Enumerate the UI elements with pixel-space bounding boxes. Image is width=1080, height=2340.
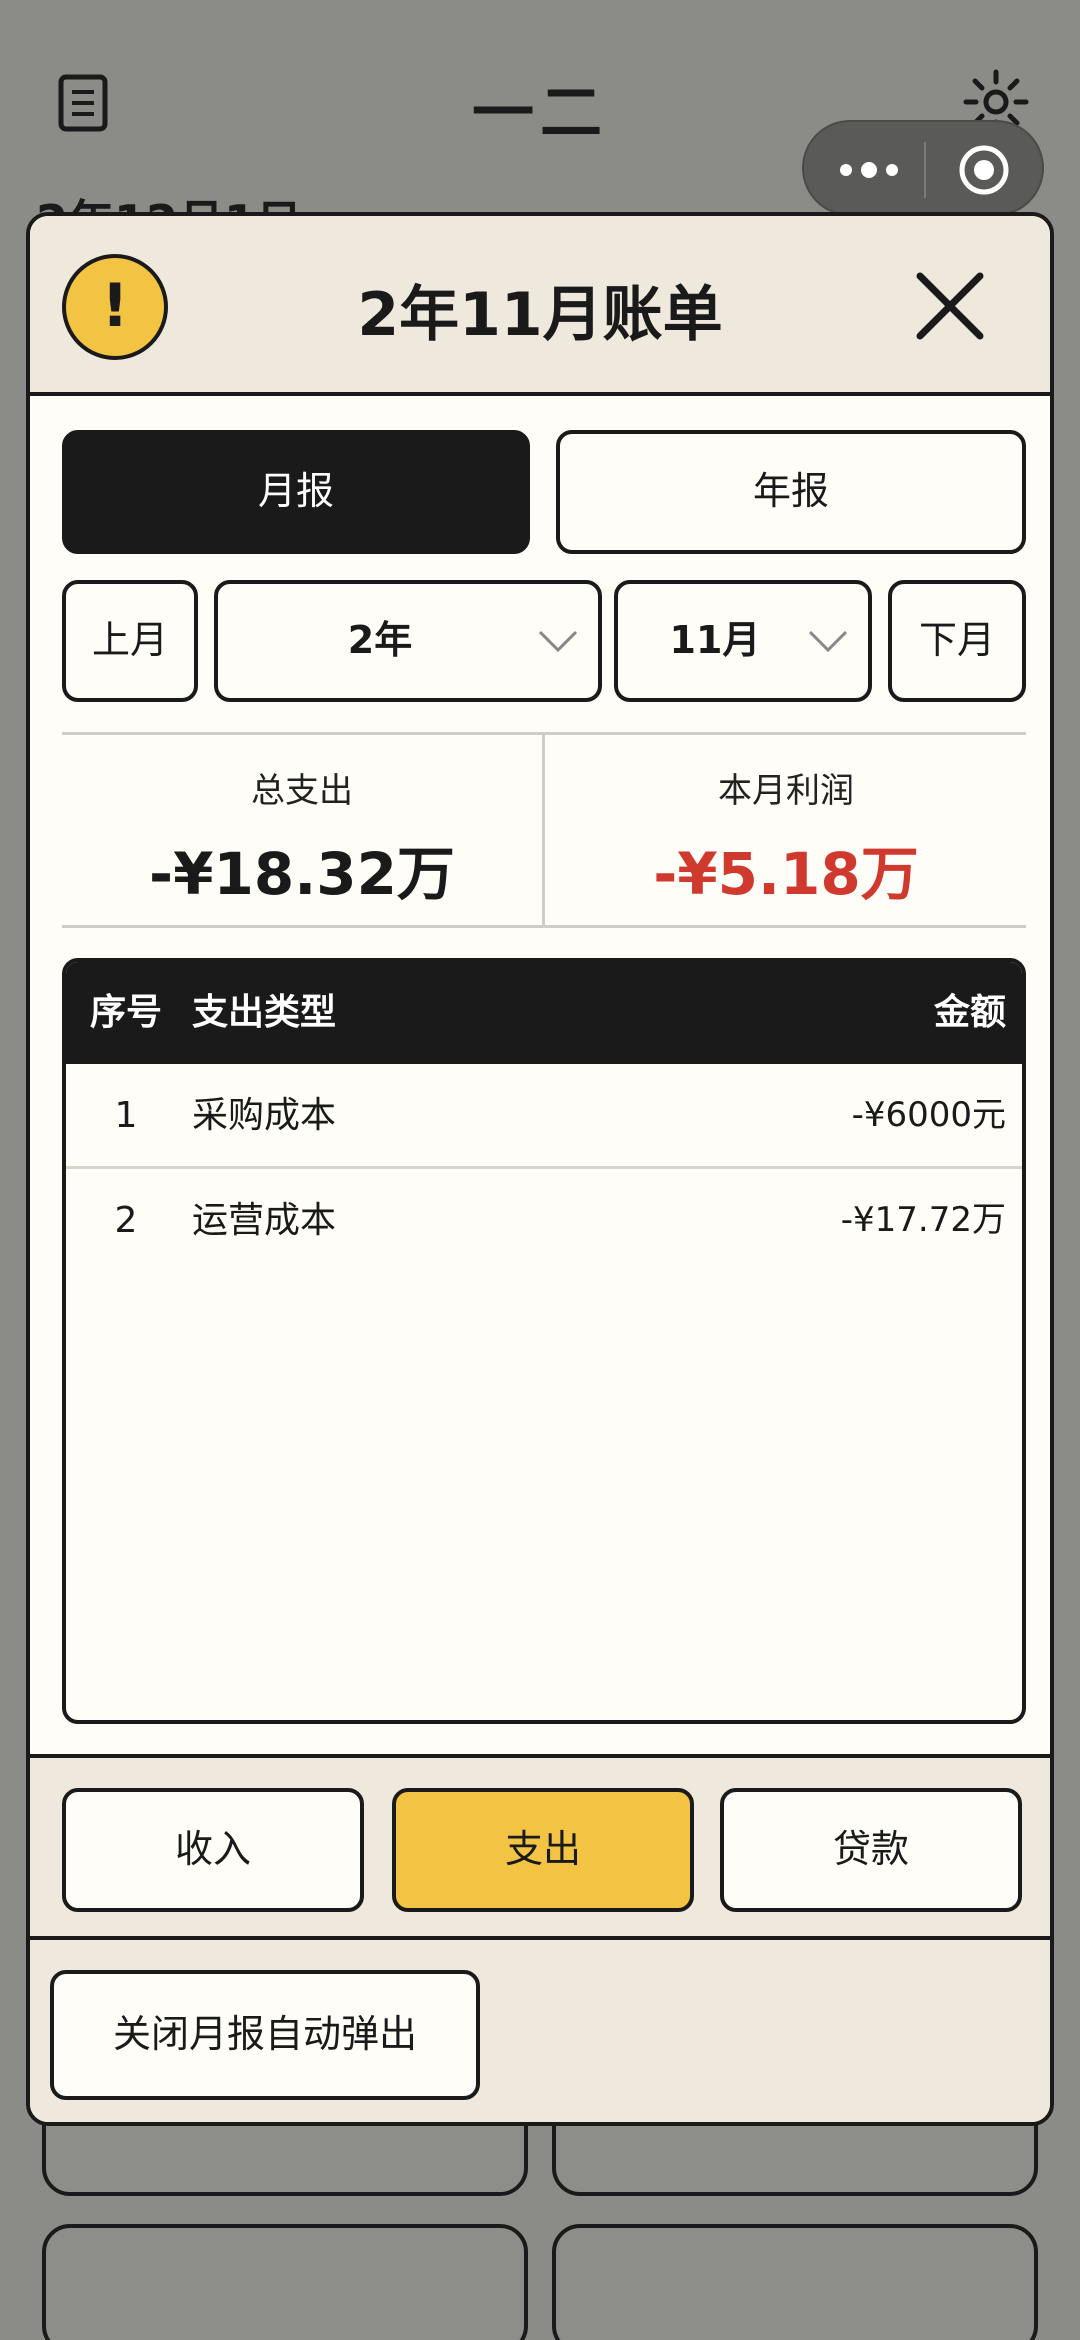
disable-auto-popup-button[interactable]: 关闭月报自动弹出	[50, 1970, 480, 2100]
total-expense-stat: 总支出 -¥18.32万	[62, 735, 542, 925]
month-select[interactable]: 11月	[614, 580, 872, 702]
table-header: 序号 支出类型 金额	[66, 962, 1022, 1064]
summary-stats: 总支出 -¥18.32万 本月利润 -¥5.18万	[62, 732, 1026, 928]
expense-button[interactable]: 支出	[392, 1788, 694, 1912]
modal-header: ! 2年11月账单	[30, 216, 1050, 396]
background-button	[552, 2224, 1038, 2340]
header-type: 支出类型	[192, 992, 337, 1033]
monthly-profit-value: -¥5.18万	[653, 840, 919, 908]
capsule-divider	[924, 142, 926, 198]
modal-title: 2年11月账单	[357, 280, 723, 350]
income-button[interactable]: 收入	[62, 1788, 364, 1912]
chevron-down-icon	[538, 630, 578, 653]
stats-divider	[542, 735, 545, 925]
row-amount: -¥6000元	[851, 1095, 1006, 1135]
tab-yearly-report[interactable]: 年报	[556, 430, 1026, 554]
total-expense-value: -¥18.32万	[149, 840, 455, 908]
more-options-icon[interactable]	[834, 152, 904, 188]
year-select-value: 2年	[347, 618, 413, 662]
tab-monthly-report[interactable]: 月报	[62, 430, 530, 554]
modal-footer: 收入 支出 贷款 关闭月报自动弹出	[30, 1754, 1050, 2122]
row-no: 1	[114, 1095, 138, 1136]
row-amount: -¥17.72万	[840, 1200, 1006, 1240]
previous-month-button[interactable]: 上月	[62, 580, 198, 702]
loan-button[interactable]: 贷款	[720, 1788, 1022, 1912]
expense-table: 序号 支出类型 金额 1 采购成本 -¥6000元 2 运营成本 -¥17.72…	[62, 958, 1026, 1724]
row-type: 运营成本	[192, 1200, 337, 1241]
miniprogram-capsule	[802, 120, 1044, 216]
close-miniprogram-icon[interactable]	[958, 144, 1010, 196]
footer-divider	[30, 1936, 1050, 1940]
monthly-report-modal: ! 2年11月账单 月报 年报 上月 2年 11月 下月 总支出 -¥18.32…	[26, 212, 1054, 2126]
year-select[interactable]: 2年	[214, 580, 602, 702]
table-row: 2 运营成本 -¥17.72万	[66, 1169, 1022, 1274]
total-expense-label: 总支出	[251, 771, 353, 811]
monthly-profit-stat: 本月利润 -¥5.18万	[546, 735, 1026, 925]
background-button	[42, 2224, 528, 2340]
table-row: 1 采购成本 -¥6000元	[66, 1064, 1022, 1169]
row-type: 采购成本	[192, 1095, 337, 1136]
month-select-value: 11月	[669, 618, 761, 662]
header-no: 序号	[89, 992, 162, 1033]
monthly-profit-label: 本月利润	[718, 771, 854, 811]
close-icon[interactable]	[910, 266, 990, 346]
header-amount: 金额	[933, 992, 1006, 1033]
row-no: 2	[114, 1200, 138, 1241]
chevron-down-icon	[808, 630, 848, 653]
next-month-button[interactable]: 下月	[888, 580, 1026, 702]
